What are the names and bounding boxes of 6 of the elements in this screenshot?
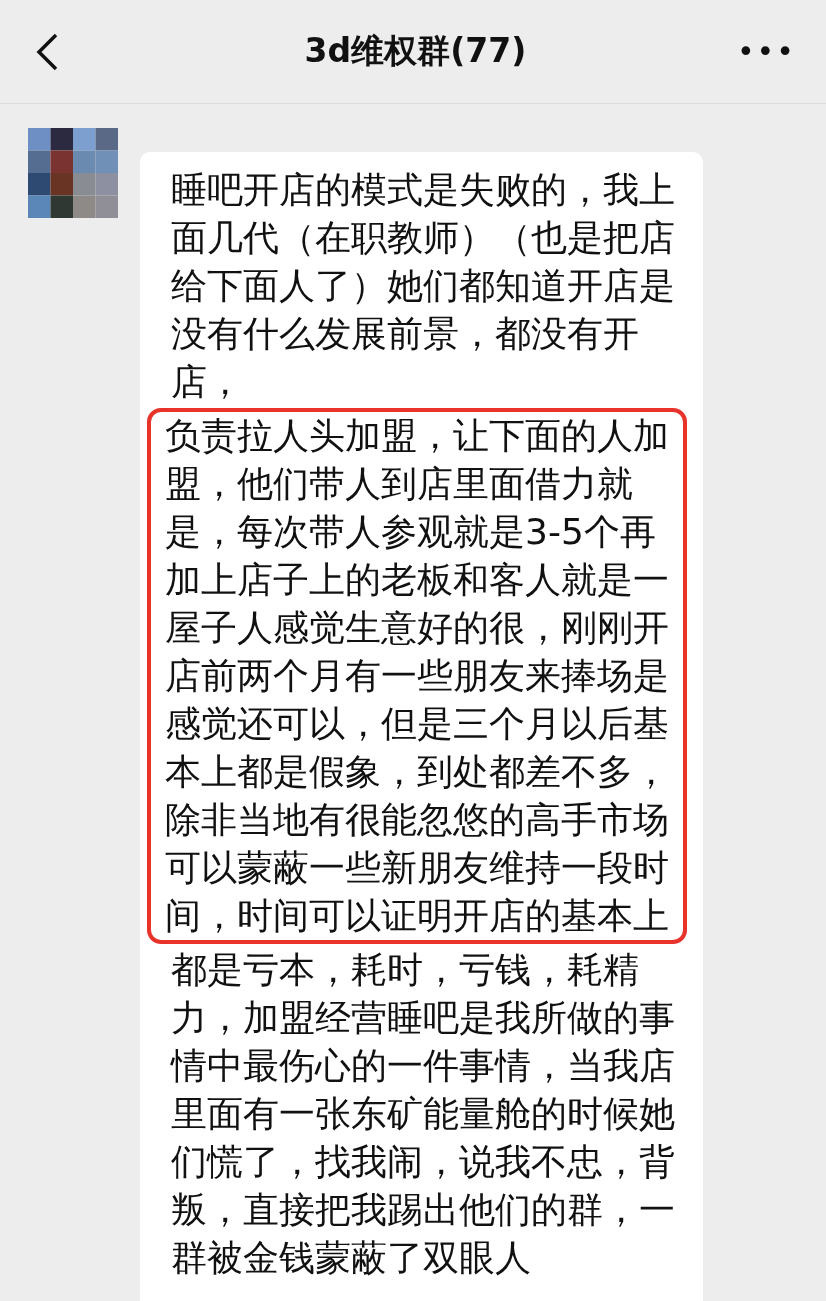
message-text: 负责拉人头加盟，让下面的人加盟，他们带人到店里面借力就是，每次带人参观就是3-5个再加上店子上的老板和客人就是一屋子人感觉生意好的很，刚刚开店前两个月有一些朋友来捧场是感觉还可以，但是三个月以后基本上都是假象，到处都差不多，除非当地有很能忽悠的高手市场可以蒙蔽一些新朋友维持一段时间，时间可以证明开店的基本上 [147, 408, 687, 944]
message-text: 睡吧开店的模式是失败的，我上面几代（在职教师）（也是把店给下面人了）她们都知道开店是没有什么发展前景，都没有开店， [170, 168, 676, 404]
more-button[interactable]: ••• [736, 34, 796, 69]
message-text: 都是亏本，耗时，亏钱，耗精力，加盟经营睡吧是我所做的事情中最伤心的一件事情，当我店里面有一张东矿能量舱的时候她们慌了，找我闹，说我不忠，背叛，直接把我踢出他们的群，一群被金钱蒙蔽了双眼人 [169, 948, 676, 1280]
back-icon [34, 31, 60, 72]
chat-title: 3d维权群(77) [304, 30, 527, 72]
